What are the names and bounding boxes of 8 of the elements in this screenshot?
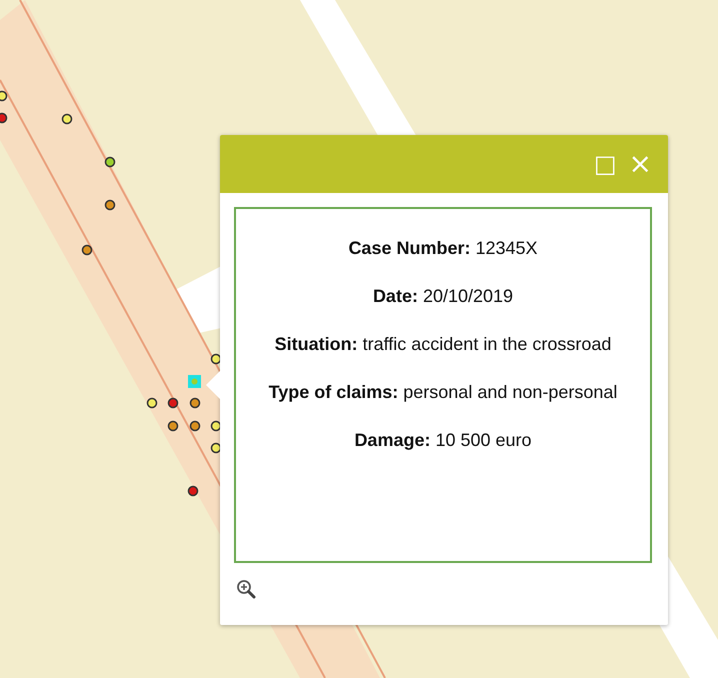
zoom-in-icon[interactable] [236,579,256,599]
field-text: Damage: 10 500 euro [353,429,533,452]
field-text: Date: 20/10/2019 [372,285,514,308]
close-button[interactable]: × [626,150,654,178]
field-text: Type of claims: personal and non-personal [268,381,618,404]
field-text: Situation: traffic accident in the crossroad [274,333,612,356]
field-text: Case Number: 12345X [347,237,539,260]
maximize-button[interactable]: □ [592,152,619,176]
